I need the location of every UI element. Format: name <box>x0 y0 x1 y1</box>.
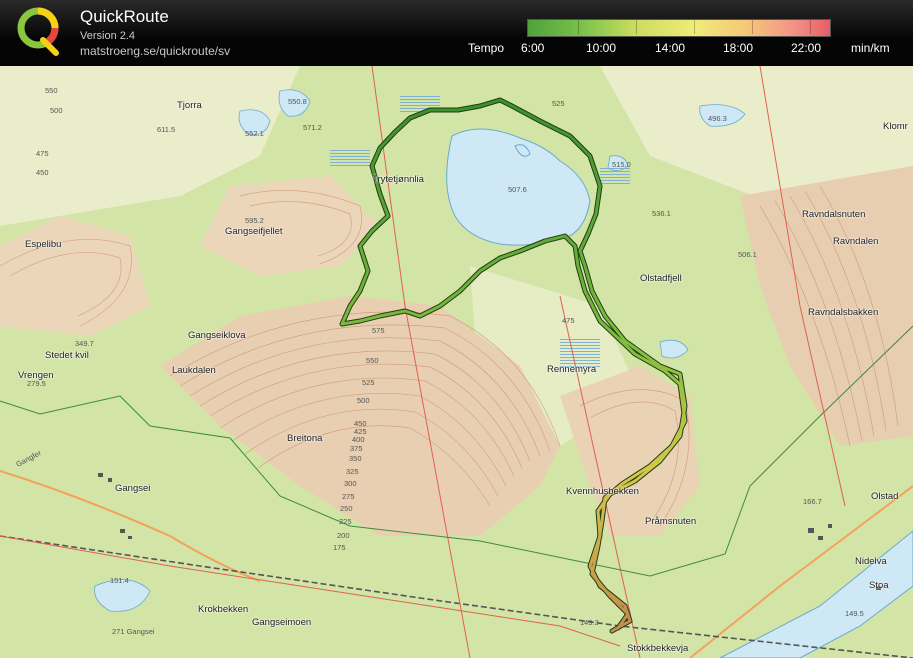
elevation-label: 250 <box>340 504 353 513</box>
elevation-label: 611.5 <box>157 125 176 134</box>
place-label: Ravndalsnuten <box>802 209 866 220</box>
elevation-label: 496.3 <box>708 114 727 123</box>
elevation-label: 500 <box>50 106 63 115</box>
scale-tick <box>694 20 695 34</box>
elevation-label: 500 <box>357 396 370 405</box>
elevation-label: 550 <box>45 86 58 95</box>
place-label: Stoa <box>869 580 889 591</box>
map-view[interactable]: Tjorra Trytetjønnlia Gangseifjellet Espe… <box>0 66 913 658</box>
pace-color-scale <box>527 19 831 37</box>
elevation-label: 536.1 <box>652 209 671 218</box>
elevation-label: 595.2 <box>245 216 264 225</box>
place-label: Nidelva <box>855 556 887 567</box>
elevation-label: 375 <box>350 444 363 453</box>
place-label: Breitona <box>287 433 323 444</box>
elevation-label: 475 <box>36 149 49 158</box>
quickroute-window: QuickRoute Version 2.4 matstroeng.se/qui… <box>0 0 913 658</box>
elevation-label: 475 <box>562 316 575 325</box>
elevation-label: 350 <box>349 454 362 463</box>
place-label: Laukdalen <box>172 365 216 376</box>
elevation-label: 325 <box>346 467 359 476</box>
map-graphics <box>0 66 913 658</box>
place-label: Tjorra <box>177 100 202 111</box>
pace-unit: min/km <box>851 41 890 55</box>
elevation-label: 550.8 <box>288 97 307 106</box>
elevation-label: 506.1 <box>738 250 757 259</box>
scale-tick <box>636 20 637 34</box>
elevation-label: 507.6 <box>508 185 527 194</box>
pace-tick-label: 10:00 <box>586 41 617 55</box>
place-label: Gangseifjellet <box>225 226 283 237</box>
pond <box>659 339 689 359</box>
place-label: Krokbekken <box>198 604 249 615</box>
place-label: Ravndalen <box>833 236 879 247</box>
elevation-label: 552.1 <box>245 129 264 138</box>
place-label: Stedet kvil <box>45 350 89 361</box>
steep-terrain <box>740 166 913 446</box>
scale-tick <box>810 20 811 34</box>
place-label: Rennemyra <box>547 364 597 375</box>
place-label: Gangseimoen <box>252 617 312 628</box>
place-label: Pråmsnuten <box>645 516 697 527</box>
elevation-label: 275 <box>342 492 355 501</box>
elevation-label: 550 <box>366 356 379 365</box>
elevation-label: 166.7 <box>803 497 822 506</box>
elevation-label: 515.0 <box>612 160 631 169</box>
pace-tick-label: 6:00 <box>521 41 545 55</box>
elevation-label: 450 <box>36 168 49 177</box>
elevation-label: 200 <box>337 531 350 540</box>
place-label: Kvennhusbekken <box>566 486 639 497</box>
elevation-label: 571.2 <box>303 123 322 132</box>
elevation-label: 279.5 <box>27 379 46 388</box>
elevation-label: 300 <box>344 479 357 488</box>
elevation-label: 149.5 <box>845 609 864 618</box>
place-label: Ravndalsbakken <box>808 307 879 318</box>
place-label: Trytetjønnlia <box>372 174 424 185</box>
marsh <box>600 166 630 186</box>
place-label: Olstad <box>871 491 899 502</box>
scale-tick <box>752 20 753 34</box>
place-label: Klomr <box>883 121 908 132</box>
elevation-label: 151.4 <box>110 576 129 585</box>
elevation-label: 575 <box>372 326 385 335</box>
place-label: Olstadfjell <box>640 273 682 284</box>
place-label: Stokkbekkevja <box>627 643 689 654</box>
marsh <box>330 148 370 166</box>
elevation-label: 349.7 <box>75 339 94 348</box>
elevation-label: 271 Gangsei <box>112 627 155 636</box>
elevation-label: 525 <box>362 378 375 387</box>
pace-label: Tempo <box>468 41 505 55</box>
app-url: matstroeng.se/quickroute/sv <box>80 44 231 58</box>
place-label: Gangseiklova <box>188 330 246 341</box>
app-title: QuickRoute <box>80 7 169 26</box>
elevation-label: 149.3 <box>580 618 599 627</box>
header-bar: QuickRoute Version 2.4 matstroeng.se/qui… <box>0 0 913 66</box>
river-nidelva <box>719 530 913 658</box>
steep-terrain <box>0 216 150 336</box>
app-version: Version 2.4 <box>80 30 136 42</box>
elevation-label: 400 <box>352 435 365 444</box>
pace-tick-label: 18:00 <box>723 41 754 55</box>
elevation-label: 525 <box>552 99 565 108</box>
elevation-label: 175 <box>333 543 346 552</box>
quickroute-logo-icon <box>17 7 59 56</box>
pace-tick-label: 22:00 <box>791 41 822 55</box>
pace-tick-label: 14:00 <box>655 41 686 55</box>
place-label: Espelibu <box>25 239 62 250</box>
scale-tick <box>578 20 579 34</box>
place-label: Gangsei <box>115 483 151 494</box>
elevation-label: 225 <box>339 517 352 526</box>
